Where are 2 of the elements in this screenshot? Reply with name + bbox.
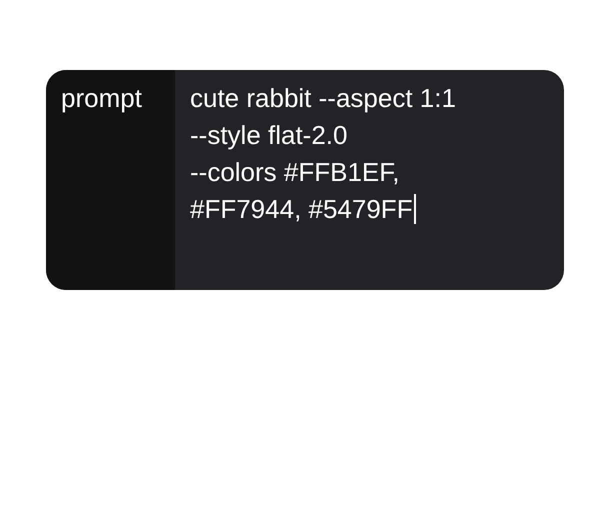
prompt-label: prompt (61, 83, 142, 113)
prompt-input-field[interactable]: cute rabbit --aspect 1:1 --style flat-2.0 --colors #FFB1EF, #FF7944, #5479FF (175, 70, 564, 290)
